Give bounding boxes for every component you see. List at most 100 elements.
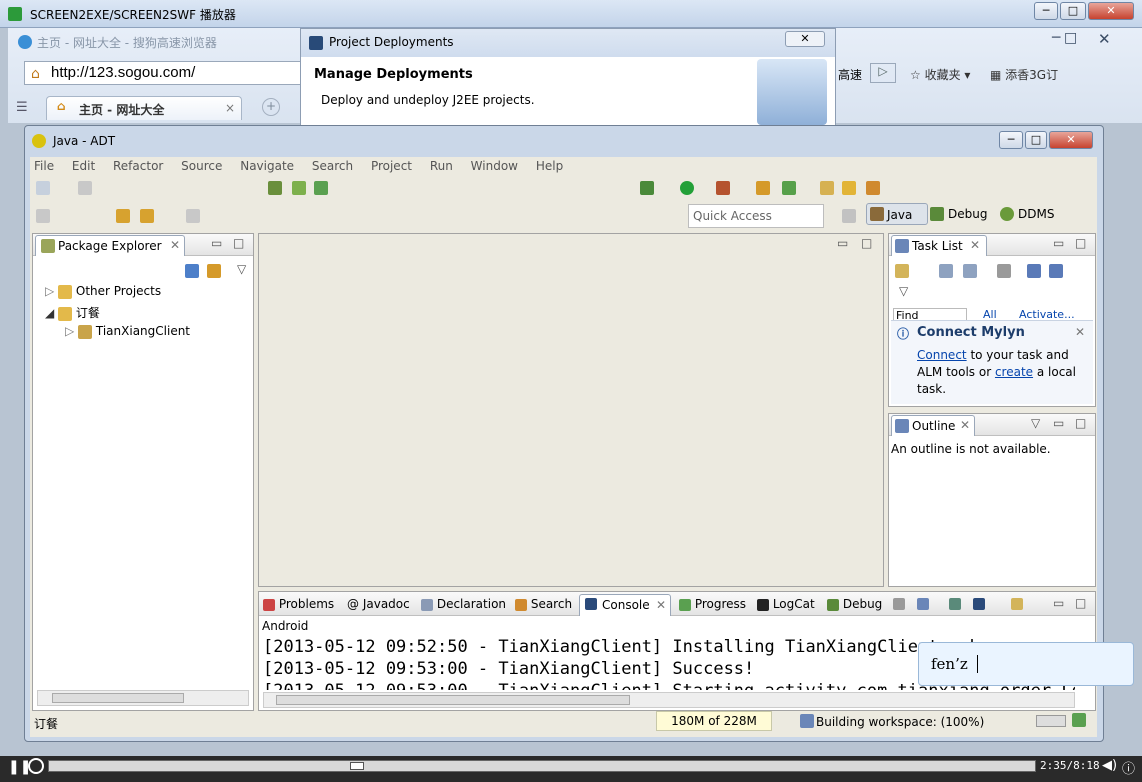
seek-bar[interactable] bbox=[48, 760, 1036, 772]
browser-tab-home[interactable]: 主页 - 网址大全 ⌂ × bbox=[46, 96, 242, 120]
expand-tasks-icon[interactable] bbox=[1049, 264, 1063, 278]
volume-icon[interactable]: ◀) bbox=[1102, 758, 1117, 773]
tree-item-order[interactable]: ◢ 订餐 bbox=[45, 304, 100, 321]
open-console-icon[interactable] bbox=[1011, 598, 1023, 610]
clear-console-icon[interactable] bbox=[893, 598, 905, 610]
next-annotation-icon[interactable] bbox=[36, 209, 50, 223]
task-list-minimize-icon[interactable]: ▭ bbox=[1053, 236, 1064, 250]
go-button[interactable]: ▷ bbox=[870, 63, 896, 83]
minimize-button[interactable]: ─ bbox=[1034, 2, 1058, 20]
open-type-icon[interactable] bbox=[820, 181, 834, 195]
scrollbar-thumb[interactable] bbox=[52, 693, 184, 703]
console-scrollbar-thumb[interactable] bbox=[276, 695, 630, 705]
collapse-all-icon[interactable] bbox=[185, 264, 199, 278]
speed-button[interactable]: 高速 bbox=[838, 66, 862, 83]
avd-manager-icon[interactable] bbox=[292, 181, 306, 195]
tab-problems[interactable]: Problems bbox=[263, 597, 334, 611]
create-link[interactable]: create bbox=[995, 365, 1033, 379]
editor-minimize-icon[interactable]: ▭ bbox=[837, 236, 848, 250]
menu-search[interactable]: Search bbox=[312, 159, 353, 173]
favorites-button[interactable]: ☆ 收藏夹 ▾ bbox=[910, 66, 970, 83]
maximize-button[interactable]: □ bbox=[1060, 2, 1086, 20]
external-tools-icon[interactable] bbox=[716, 181, 730, 195]
stop-icon[interactable] bbox=[28, 758, 44, 774]
outline-view-menu-icon[interactable]: ▽ bbox=[1031, 416, 1040, 430]
menu-project[interactable]: Project bbox=[371, 159, 412, 173]
tab-javadoc[interactable]: @ Javadoc bbox=[347, 597, 410, 611]
console-close-icon[interactable]: ✕ bbox=[656, 598, 666, 612]
outline-maximize-icon[interactable]: □ bbox=[1075, 416, 1086, 430]
outline-close-icon[interactable]: ✕ bbox=[960, 418, 970, 432]
adt-minimize-button[interactable]: ─ bbox=[999, 131, 1023, 149]
run-icon[interactable] bbox=[680, 181, 694, 195]
outline-minimize-icon[interactable]: ▭ bbox=[1053, 416, 1064, 430]
view-minimize-icon[interactable]: ▭ bbox=[211, 236, 222, 250]
lint-icon[interactable] bbox=[314, 181, 328, 195]
task-list-maximize-icon[interactable]: □ bbox=[1075, 236, 1086, 250]
task-list-close-icon[interactable]: ✕ bbox=[970, 238, 980, 252]
package-explorer-tab[interactable]: Package Explorer ✕ bbox=[35, 235, 185, 256]
new-tab-icon[interactable]: + bbox=[262, 98, 280, 116]
dialog-close-button[interactable]: ✕ bbox=[785, 31, 825, 47]
save-icon[interactable] bbox=[78, 181, 92, 195]
menu-edit[interactable]: Edit bbox=[72, 159, 95, 173]
back-icon[interactable] bbox=[140, 209, 154, 223]
open-perspective-icon[interactable] bbox=[842, 209, 856, 223]
editor-maximize-icon[interactable]: □ bbox=[861, 236, 872, 250]
info-player-icon[interactable]: ⓘ bbox=[1122, 758, 1135, 777]
tab-progress[interactable]: Progress bbox=[679, 597, 746, 611]
close-button[interactable]: ✕ bbox=[1088, 2, 1134, 20]
console-maximize-icon[interactable]: □ bbox=[1075, 596, 1086, 610]
browser-close-icon[interactable]: ✕ bbox=[1098, 30, 1111, 48]
sidebar-toggle-icon[interactable]: ☰ bbox=[16, 100, 28, 115]
link-with-editor-icon[interactable] bbox=[207, 264, 221, 278]
progress-view-icon[interactable] bbox=[1072, 713, 1086, 727]
forward-icon[interactable] bbox=[186, 209, 200, 223]
menu-help[interactable]: Help bbox=[536, 159, 563, 173]
menu-navigate[interactable]: Navigate bbox=[240, 159, 294, 173]
open-folder-icon[interactable] bbox=[842, 181, 856, 195]
new-task-icon[interactable] bbox=[895, 264, 909, 278]
pin-console-icon[interactable] bbox=[949, 598, 961, 610]
hide-completed-icon[interactable] bbox=[997, 264, 1011, 278]
address-bar[interactable]: http://123.sogou.com/ bbox=[24, 61, 306, 85]
view-menu-icon[interactable]: ▽ bbox=[237, 262, 246, 276]
scroll-lock-icon[interactable] bbox=[917, 598, 929, 610]
new-icon[interactable] bbox=[36, 181, 50, 195]
console-minimize-icon[interactable]: ▭ bbox=[1053, 596, 1064, 610]
menu-window[interactable]: Window bbox=[471, 159, 518, 173]
heap-status[interactable]: 180M of 228M bbox=[656, 711, 772, 731]
categorized-icon[interactable] bbox=[939, 264, 953, 278]
browser-minimize-icon[interactable]: ─ bbox=[1052, 30, 1060, 46]
android-sdk-icon[interactable] bbox=[268, 181, 282, 195]
addon-button[interactable]: ▦ 添香3G订 bbox=[990, 66, 1058, 83]
new-java-class-icon[interactable] bbox=[756, 181, 770, 195]
seek-thumb[interactable] bbox=[350, 762, 364, 770]
tab-logcat[interactable]: LogCat bbox=[757, 597, 815, 611]
mylyn-close-icon[interactable]: ✕ bbox=[1075, 325, 1085, 339]
tab-debug[interactable]: Debug bbox=[827, 597, 882, 611]
browser-maximize-icon[interactable]: □ bbox=[1064, 30, 1077, 46]
view-maximize-icon[interactable]: □ bbox=[233, 236, 244, 250]
scheduled-icon[interactable] bbox=[963, 264, 977, 278]
menu-file[interactable]: File bbox=[34, 159, 54, 173]
connect-link[interactable]: Connect bbox=[917, 348, 967, 362]
new-package-icon[interactable] bbox=[782, 181, 796, 195]
debug-run-icon[interactable] bbox=[640, 181, 654, 195]
tree-item-other-projects[interactable]: ▷ Other Projects bbox=[45, 284, 161, 299]
search-tool-icon[interactable] bbox=[866, 181, 880, 195]
menu-source[interactable]: Source bbox=[181, 159, 222, 173]
menu-run[interactable]: Run bbox=[430, 159, 453, 173]
menu-refactor[interactable]: Refactor bbox=[113, 159, 163, 173]
collapse-tasks-icon[interactable] bbox=[1027, 264, 1041, 278]
tab-close-icon[interactable]: × bbox=[225, 101, 235, 115]
tree-item-tianxiangclient[interactable]: ▷ TianXiangClient bbox=[65, 324, 190, 339]
horizontal-scrollbar[interactable] bbox=[37, 690, 249, 706]
quick-access-input[interactable]: Quick Access bbox=[688, 204, 824, 228]
display-console-icon[interactable] bbox=[973, 598, 985, 610]
tab-declaration[interactable]: Declaration bbox=[421, 597, 506, 611]
console-scrollbar[interactable] bbox=[263, 692, 1075, 708]
adt-maximize-button[interactable]: □ bbox=[1025, 131, 1047, 149]
last-edit-icon[interactable] bbox=[116, 209, 130, 223]
adt-close-button[interactable]: ✕ bbox=[1049, 131, 1093, 149]
